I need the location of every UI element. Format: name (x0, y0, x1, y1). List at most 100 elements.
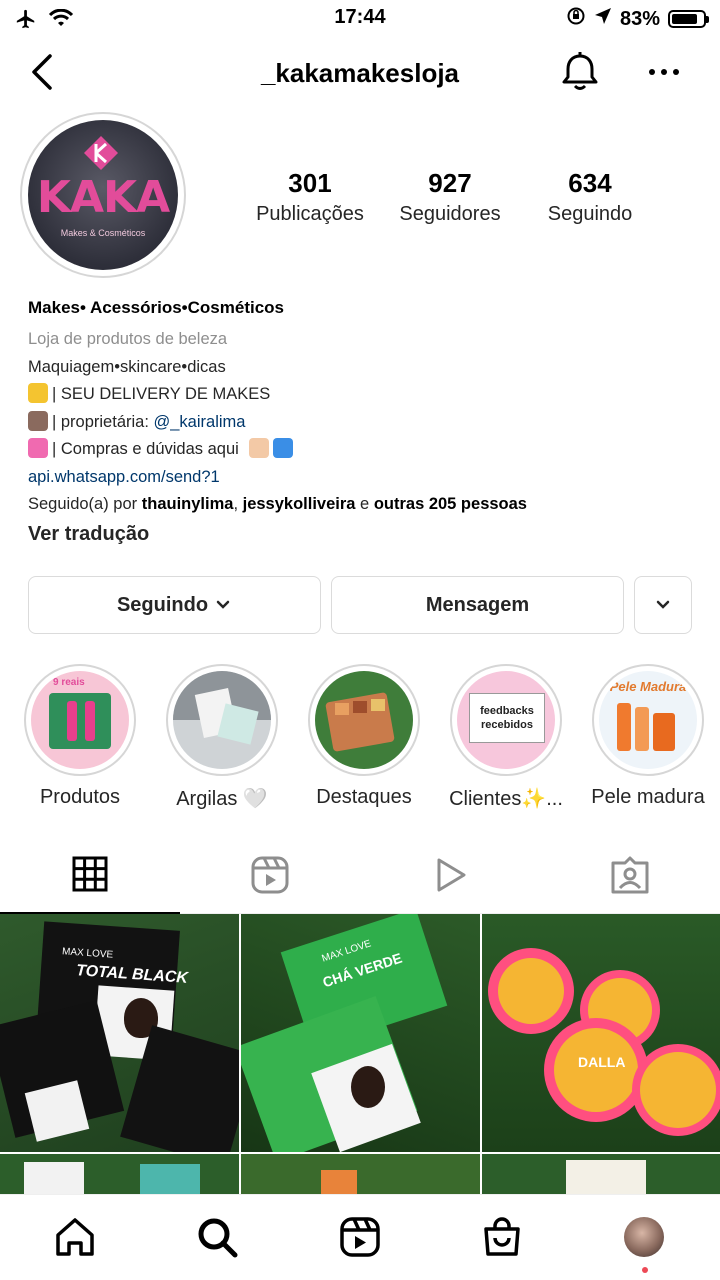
stat-label: Seguidores (399, 203, 501, 225)
logo-text: KAKA (36, 172, 170, 223)
followed-by[interactable]: Seguido(a) por thauinylima, jessykollive… (28, 491, 698, 519)
profile-category: Loja de produtos de beleza (28, 330, 228, 348)
nav-home[interactable] (53, 1215, 97, 1259)
post-thumbnail[interactable] (482, 1154, 720, 1194)
profile-logo: KAKA Makes & Cosméticos (28, 120, 178, 270)
highlight-ring: feedbacks recebidos (450, 664, 562, 776)
stat-followers[interactable]: 927 Seguidores (380, 168, 520, 226)
search-icon (198, 1218, 238, 1258)
highlight-clientes[interactable]: feedbacks recebidos Clientes✨... (436, 664, 576, 811)
post-thumbnail[interactable] (0, 1154, 239, 1194)
bell-icon (562, 52, 598, 90)
highlight-produtos[interactable]: 9 reais Produtos (10, 664, 150, 809)
product-image (640, 1052, 716, 1128)
highlight-label: Pele madura (591, 786, 705, 808)
battery-fill (672, 14, 697, 24)
profile-header: _kakamakesloja (0, 40, 720, 106)
palette-swatch (371, 699, 385, 711)
followed-by-conjunction: e (355, 495, 374, 513)
shopping-bags-emoji-icon (28, 438, 48, 458)
bio-line-text: | proprietária: (52, 412, 154, 431)
following-button[interactable]: Seguindo (28, 576, 321, 634)
rotation-lock-icon (566, 6, 586, 32)
tab-posts[interactable] (0, 836, 180, 914)
profile-avatar[interactable]: KAKA Makes & Cosméticos (20, 112, 186, 278)
reels-icon (340, 1217, 380, 1257)
highlight-cover: 9 reais (31, 671, 129, 769)
product-image (321, 1170, 357, 1194)
palette-swatch (335, 703, 349, 715)
highlight-argilas[interactable]: Argilas 🤍 (152, 664, 292, 811)
stat-label: Seguindo (547, 203, 633, 225)
notifications-button[interactable] (558, 50, 602, 94)
followed-by-user: jessykolliveira (242, 495, 356, 513)
grid-icon (72, 856, 108, 892)
bio-mention-link[interactable]: @_kairalima (154, 413, 246, 431)
bio-website-link[interactable]: api.whatsapp.com/send?1 (28, 464, 698, 492)
highlight-cover (173, 671, 271, 769)
product-image (49, 693, 111, 749)
highlight-ring: 9 reais (24, 664, 136, 776)
product-image (217, 703, 259, 745)
tab-tagged[interactable] (540, 836, 720, 914)
stat-value: 634 (568, 168, 612, 198)
profile-stats: 301 Publicações 927 Seguidores 634 Segui… (240, 168, 660, 226)
more-icon (649, 69, 679, 75)
chevron-down-icon (656, 600, 670, 609)
post-grid: MAX LOVE TOTAL BLACK MAX LOVE CHÁ VERDE … (0, 914, 720, 1194)
product-image (554, 1028, 638, 1112)
followed-by-prefix: Seguido(a) por (28, 495, 142, 513)
message-button[interactable]: Mensagem (331, 576, 624, 634)
mobile-phone-emoji-icon (273, 438, 294, 458)
suggested-accounts-button[interactable] (634, 576, 692, 634)
product-image (635, 707, 649, 751)
stat-posts[interactable]: 301 Publicações (240, 168, 380, 226)
highlight-cover (315, 671, 413, 769)
stat-value: 301 (288, 168, 332, 198)
reels-icon (251, 856, 289, 894)
nav-reels[interactable] (338, 1215, 382, 1259)
post-brand: DALLA (578, 1054, 626, 1070)
tab-reels[interactable] (180, 836, 360, 914)
post-thumbnail[interactable]: MAX LOVE TOTAL BLACK (0, 914, 239, 1152)
home-icon (56, 1218, 94, 1256)
post-thumbnail[interactable]: MAX LOVE CHÁ VERDE (241, 914, 480, 1152)
bio-line-text: | Compras e dúvidas aqui (52, 440, 239, 458)
product-image (85, 701, 95, 741)
more-options-button[interactable] (642, 50, 686, 94)
location-icon (594, 7, 612, 31)
followed-by-others: outras 205 pessoas (373, 495, 527, 513)
highlight-label: Produtos (39, 786, 121, 808)
nav-search[interactable] (195, 1215, 239, 1259)
highlight-banner: Pele Madura (609, 679, 687, 694)
status-bar: 17:44 83% (0, 0, 720, 38)
profile-tabs (0, 836, 720, 914)
logo-subtitle: Makes & Cosméticos (60, 228, 146, 238)
post-thumbnail[interactable]: DALLA (482, 914, 720, 1152)
nav-profile-avatar[interactable] (624, 1217, 664, 1257)
profile-actions: Seguindo Mensagem (28, 576, 692, 634)
highlight-label: Argilas 🤍 (176, 788, 268, 810)
product-image (617, 703, 631, 751)
see-translation-button[interactable]: Ver tradução (28, 523, 698, 546)
highlight-destaques[interactable]: Destaques (294, 664, 434, 809)
highlight-cover: feedbacks recebidos (457, 671, 555, 769)
followed-by-user: thauinylima (141, 495, 234, 513)
stat-following[interactable]: 634 Seguindo (520, 168, 660, 226)
palette-swatch (353, 701, 367, 713)
product-image (653, 713, 675, 751)
battery-percent: 83% (619, 7, 660, 30)
bio-line: | Compras e dúvidas aqui (28, 436, 698, 464)
post-thumbnail[interactable] (241, 1154, 480, 1194)
profile-display-name: Makes• Acessórios•Cosméticos (28, 298, 284, 317)
stat-label: Publicações (256, 203, 364, 225)
tab-videos[interactable] (360, 836, 540, 914)
woman-emoji-icon (28, 410, 48, 431)
product-image (140, 1164, 200, 1194)
product-image (24, 1162, 84, 1194)
feedback-card-text: feedbacks recebidos (469, 693, 545, 743)
bio-line: Maquiagem•skincare•dicas (28, 357, 226, 376)
play-icon (437, 858, 466, 892)
highlight-pele-madura[interactable]: Pele Madura Pele madura (578, 664, 718, 809)
nav-shop[interactable] (480, 1215, 524, 1259)
